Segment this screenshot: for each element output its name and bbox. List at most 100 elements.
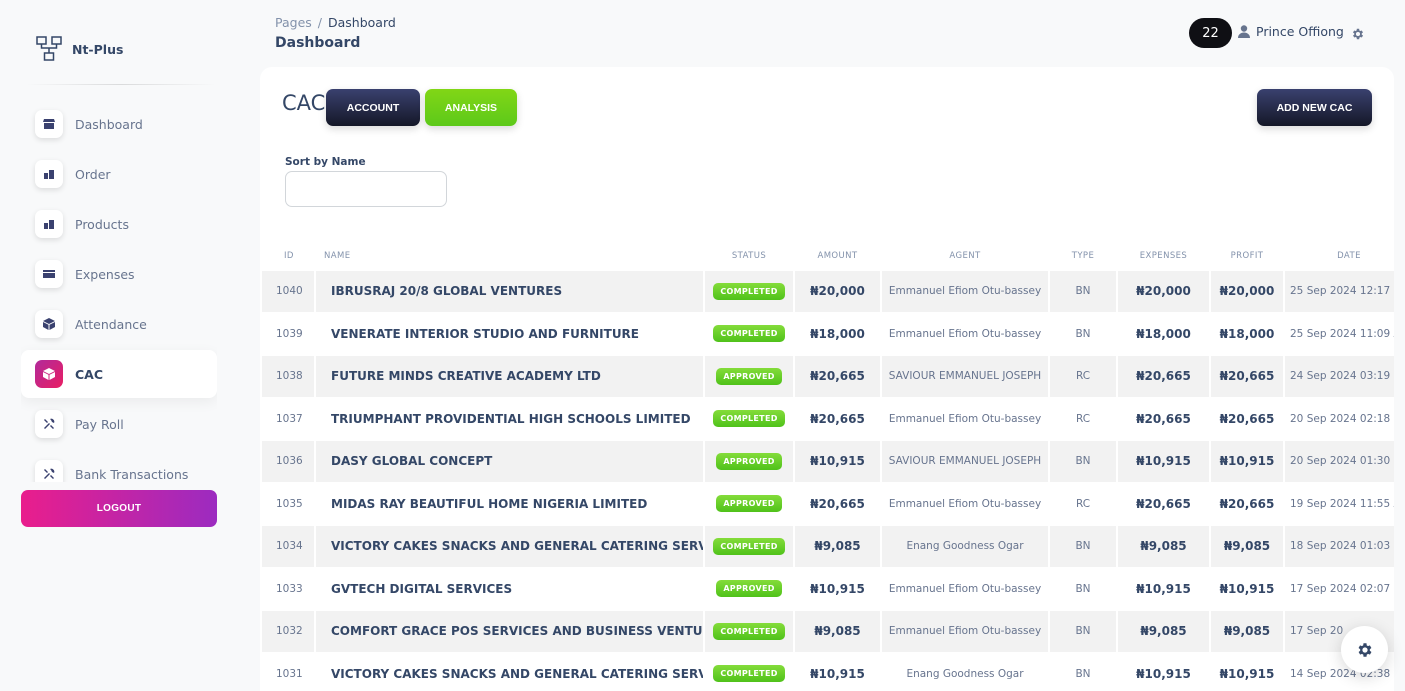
header-date[interactable]: DATE (1285, 241, 1394, 271)
logout-button[interactable]: LOGOUT (21, 490, 217, 527)
cell-name: FUTURE MINDS CREATIVE ACADEMY LTD (316, 356, 703, 397)
cell-amount: ₦20,665 (795, 356, 880, 397)
notification-count-badge[interactable]: 22 (1189, 18, 1232, 48)
office-icon (35, 210, 63, 238)
cell-expenses: ₦10,915 (1136, 666, 1191, 681)
sidebar-item-label: Dashboard (75, 116, 143, 132)
sidebar-item-products[interactable]: Products (21, 200, 217, 248)
cell-id: 1038 (262, 356, 314, 397)
cell-profit: ₦10,915 (1211, 441, 1283, 482)
table-row[interactable]: 1034 VICTORY CAKES SNACKS AND GENERAL CAT… (260, 526, 1394, 569)
sidebar-item-order[interactable]: Order (21, 150, 217, 198)
cell-date: 17 Sep 2024 02:07 P (1290, 582, 1394, 595)
cell-id: 1037 (276, 412, 303, 425)
cell-status: COMPLETED (705, 526, 793, 567)
status-badge: APPROVED (716, 452, 782, 470)
cell-status: APPROVED (705, 484, 793, 525)
cell-profit: ₦10,915 (1219, 666, 1275, 681)
section-title: CAC (282, 91, 326, 115)
account-button[interactable]: ACCOUNT (326, 89, 420, 126)
sidebar-item-pay-roll[interactable]: Pay Roll (21, 400, 217, 448)
cell-profit: ₦20,665 (1219, 496, 1275, 511)
cell-agent: Enang Goodness Ogar (882, 526, 1048, 567)
table-row[interactable]: 1040 IBRUSRAJ 20/8 GLOBAL VENTURES COMPLET… (260, 271, 1394, 314)
table-body: 1040 IBRUSRAJ 20/8 GLOBAL VENTURES COMPLET… (260, 271, 1394, 691)
header-status[interactable]: STATUS (705, 241, 793, 271)
cell-id: 1034 (262, 526, 314, 567)
cell-expenses: ₦10,915 (1118, 441, 1209, 482)
cell-id: 1033 (276, 582, 303, 595)
table-row[interactable]: 1038 FUTURE MINDS CREATIVE ACADEMY LTD APP… (260, 356, 1394, 399)
cell-status: COMPLETED (705, 271, 793, 312)
credit-card-icon (35, 260, 63, 288)
analysis-button[interactable]: ANALYSIS (425, 89, 517, 126)
table-row[interactable]: 1037 TRIUMPHANT PROVIDENTIAL HIGH SCHOOLS… (260, 399, 1394, 442)
cell-type: BN (1050, 526, 1116, 567)
cell-amount: ₦18,000 (810, 326, 865, 341)
cell-name: TRIUMPHANT PROVIDENTIAL HIGH SCHOOLS LIM… (331, 411, 691, 426)
header-agent[interactable]: AGENT (882, 241, 1048, 271)
cell-expenses: ₦20,665 (1136, 411, 1191, 426)
sidebar-item-label: Attendance (75, 316, 147, 332)
table-row[interactable]: 1036 DASY GLOBAL CONCEPT APPROVED ₦10,915 SA… (260, 441, 1394, 484)
cell-profit: ₦20,000 (1211, 271, 1283, 312)
cell-amount: ₦10,915 (810, 666, 865, 681)
breadcrumb-separator: / (317, 15, 322, 30)
cell-profit: ₦20,665 (1211, 356, 1283, 397)
cell-expenses: ₦9,085 (1118, 611, 1209, 652)
sidebar-item-attendance[interactable]: Attendance (21, 300, 217, 348)
table-row[interactable]: 1032 COMFORT GRACE POS SERVICES AND BUSIN… (260, 611, 1394, 654)
settings-fab[interactable] (1341, 626, 1388, 673)
cell-profit: ₦10,915 (1219, 581, 1275, 596)
sidebar-item-label: Pay Roll (75, 416, 124, 432)
cell-type: RC (1075, 412, 1091, 425)
cell-type: BN (1050, 271, 1116, 312)
cell-profit: ₦18,000 (1219, 326, 1275, 341)
divider (26, 84, 216, 85)
status-badge: APPROVED (716, 580, 782, 598)
add-new-cac-button[interactable]: ADD NEW CAC (1257, 89, 1372, 126)
sidebar-item-dashboard[interactable]: Dashboard (21, 100, 217, 148)
header-expenses[interactable]: EXPENSES (1118, 241, 1209, 271)
cell-expenses: ₦20,665 (1118, 356, 1209, 397)
cell-status: APPROVED (705, 569, 793, 610)
breadcrumb-current: Dashboard (328, 15, 396, 30)
sidebar-item-cac[interactable]: CAC (21, 350, 217, 398)
user-menu[interactable]: Prince Offiong (1238, 24, 1344, 39)
cell-date: 20 Sep 2024 02:18 P (1290, 412, 1394, 425)
table-row[interactable]: 1035 MIDAS RAY BEAUTIFUL HOME NIGERIA LIM… (260, 484, 1394, 527)
cell-profit: ₦9,085 (1211, 526, 1283, 567)
cell-id: 1036 (262, 441, 314, 482)
cell-status: COMPLETED (705, 611, 793, 652)
gear-icon[interactable] (1351, 26, 1365, 40)
user-icon (1238, 25, 1250, 38)
network-logo-icon (36, 36, 62, 61)
status-badge: COMPLETED (713, 537, 785, 555)
status-badge: COMPLETED (713, 410, 785, 428)
cell-expenses: ₦20,665 (1136, 496, 1191, 511)
sidebar-item-label: Bank Transactions (75, 466, 189, 482)
cell-profit: ₦20,665 (1219, 411, 1275, 426)
cell-name: DASY GLOBAL CONCEPT (316, 441, 703, 482)
cell-name: IBRUSRAJ 20/8 GLOBAL VENTURES (316, 271, 703, 312)
table-row[interactable]: 1033 GVTECH DIGITAL SERVICES APPROVED ₦10,9… (260, 569, 1394, 612)
table-row[interactable]: 1039 VENERATE INTERIOR STUDIO AND FURNITU… (260, 314, 1394, 357)
sort-by-name-label: Sort by Name (285, 156, 366, 168)
cell-date: 20 Sep 2024 01:30 P (1285, 441, 1394, 482)
sidebar-item-bank-transactions[interactable]: Bank Transactions (21, 450, 217, 482)
cell-date: 18 Sep 2024 01:03 P (1285, 526, 1394, 567)
cell-name: GVTECH DIGITAL SERVICES (331, 581, 513, 596)
header-type[interactable]: TYPE (1050, 241, 1116, 271)
sidebar-item-expenses[interactable]: Expenses (21, 250, 217, 298)
sidebar-item-label: Expenses (75, 266, 135, 282)
sidebar-nav: Dashboard Order Products Expenses Attend… (21, 100, 217, 482)
breadcrumb-root[interactable]: Pages (275, 15, 312, 30)
header-amount[interactable]: AMOUNT (795, 241, 880, 271)
sort-by-name-input[interactable] (285, 171, 447, 207)
header-name[interactable]: NAME (324, 241, 350, 271)
table-row[interactable]: 1031 VICTORY CAKES SNACKS AND GENERAL CAT… (260, 654, 1394, 691)
cell-amount: ₦9,085 (795, 611, 880, 652)
header-profit[interactable]: PROFIT (1211, 241, 1283, 271)
header-id[interactable]: ID (284, 241, 294, 271)
brand[interactable]: Nt-Plus (36, 36, 123, 62)
